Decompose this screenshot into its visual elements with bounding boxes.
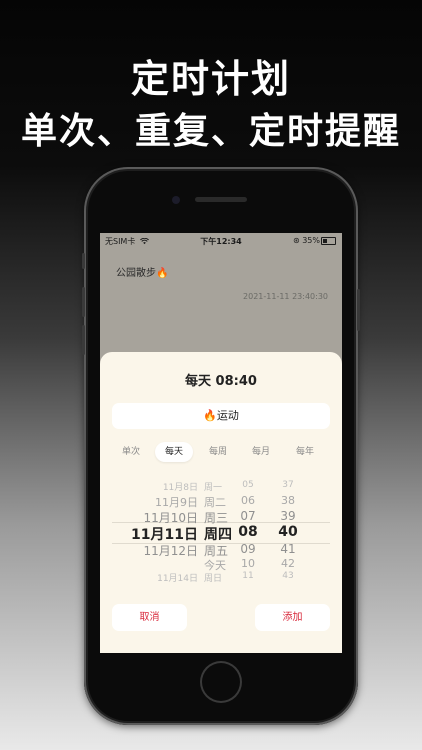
front-camera xyxy=(172,196,180,204)
repeat-tabs: 单次 每天 每周 每月 每年 xyxy=(112,442,330,462)
mute-switch xyxy=(82,253,85,269)
phone-frame: 无SIM卡 下午12:34 ⊛ 35% 公园散步🔥 2021-11-11 23:… xyxy=(82,167,360,725)
add-button[interactable]: 添加 xyxy=(255,604,330,631)
power-button xyxy=(357,289,360,331)
datetime-picker[interactable]: 11月8日 周一 05 37 11月9日 周二 06 38 11月10日 周三 … xyxy=(100,477,342,587)
plan-item-title[interactable]: 公园散步🔥 xyxy=(116,264,168,279)
volume-up-button xyxy=(82,287,85,317)
tab-daily[interactable]: 每天 xyxy=(155,442,193,462)
picker-row[interactable]: 11月10日 周三 07 39 xyxy=(100,509,342,525)
battery-percent: 35% xyxy=(302,236,320,245)
tab-weekly[interactable]: 每周 xyxy=(199,442,237,462)
picker-row-selected[interactable]: 11月11日 周四 08 40 xyxy=(100,524,342,543)
headline-subtitle: 单次、重复、定时提醒 xyxy=(20,111,401,152)
category-selector[interactable]: 🔥运动 xyxy=(112,403,330,429)
volume-down-button xyxy=(82,325,85,355)
status-bar: 无SIM卡 下午12:34 ⊛ 35% xyxy=(100,233,342,249)
picker-row[interactable]: 11月14日 周日 11 43 xyxy=(100,571,342,587)
home-button[interactable] xyxy=(200,661,242,703)
picker-row[interactable]: 11月9日 周二 06 38 xyxy=(100,494,342,510)
sheet-title: 每天 08:40 xyxy=(185,374,257,389)
tab-monthly[interactable]: 每月 xyxy=(242,442,280,462)
tab-yearly[interactable]: 每年 xyxy=(286,442,324,462)
add-plan-sheet: 每天 08:40 🔥运动 单次 每天 每周 每月 每年 11月8日 周一 05 … xyxy=(100,352,342,653)
cancel-button[interactable]: 取消 xyxy=(112,604,187,631)
earpiece-speaker xyxy=(195,197,247,202)
headline-title: 定时计划 xyxy=(130,57,291,101)
picker-row[interactable]: 11月12日 周五 09 41 xyxy=(100,542,342,558)
battery-icon xyxy=(321,237,336,245)
tab-once[interactable]: 单次 xyxy=(112,442,150,462)
phone-screen: 无SIM卡 下午12:34 ⊛ 35% 公园散步🔥 2021-11-11 23:… xyxy=(100,233,342,653)
plan-item-datetime: 2021-11-11 23:40:30 xyxy=(243,292,328,301)
orientation-lock-icon: ⊛ xyxy=(292,236,300,245)
